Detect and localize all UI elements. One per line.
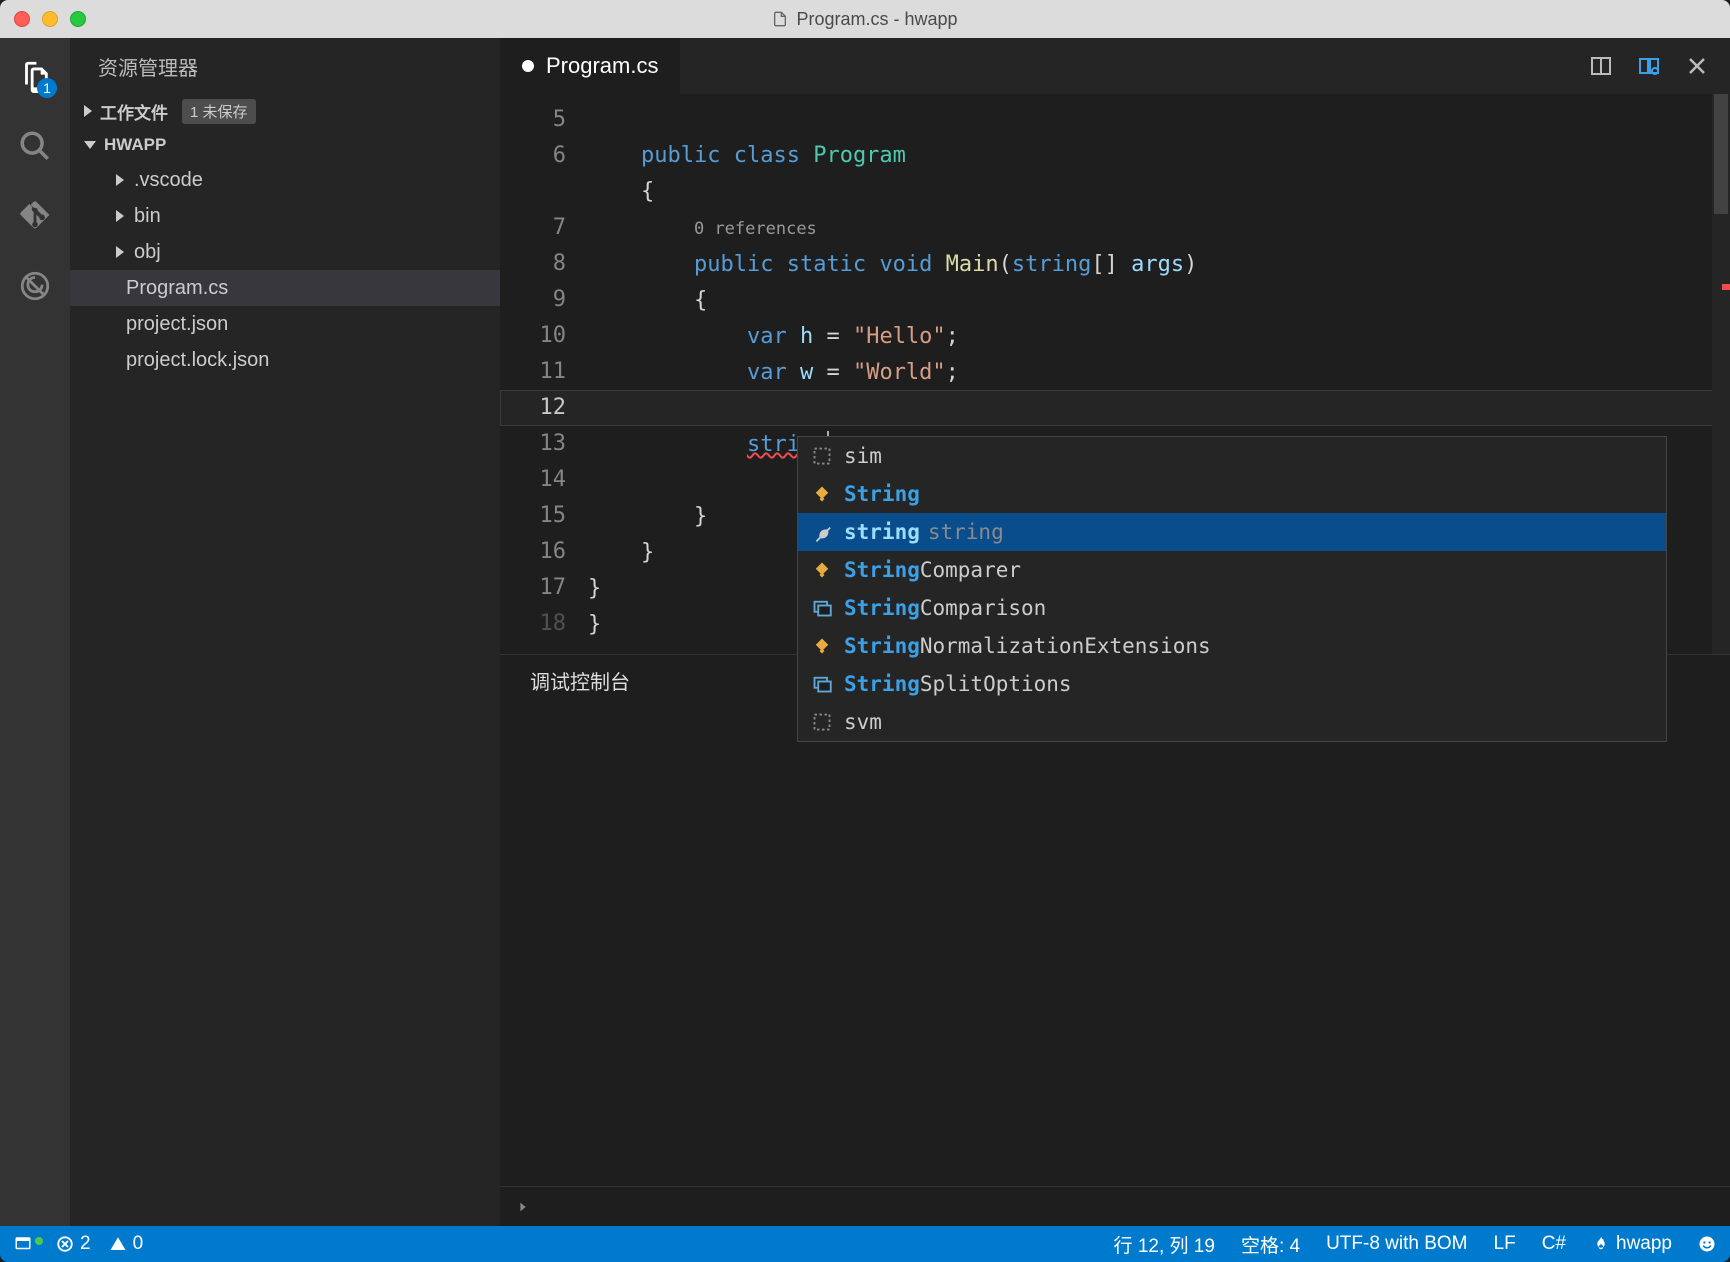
app-window: Program.cs - hwapp 1 资源管理器 工作文件: [0, 0, 1730, 1262]
chevron-right-icon: [116, 174, 124, 186]
status-encoding[interactable]: UTF-8 with BOM: [1326, 1233, 1467, 1255]
status-remote-button[interactable]: [14, 1235, 38, 1253]
close-editor-button[interactable]: [1684, 53, 1710, 79]
warning-icon: [109, 1235, 127, 1253]
chevron-down-icon: [84, 141, 96, 149]
search-icon: [18, 129, 52, 163]
compare-button[interactable]: [1636, 53, 1662, 79]
split-layout-icon: [1589, 54, 1613, 78]
working-files-header[interactable]: 工作文件 1 未保存: [70, 94, 500, 128]
editor-area: Program.cs 5 6 7 8 9: [500, 38, 1730, 1226]
chevron-right-icon: [516, 1200, 530, 1214]
unsaved-dot-icon: [522, 60, 534, 72]
tree-file-project-lock[interactable]: project.lock.json: [70, 342, 500, 378]
suggest-item[interactable]: sim: [798, 437, 1666, 475]
keyword-icon: [812, 522, 832, 542]
file-icon: [772, 11, 788, 27]
tab-bar: Program.cs: [500, 38, 1730, 94]
enum-icon: [812, 598, 832, 618]
sidebar: 资源管理器 工作文件 1 未保存 HWAPP .vscode bin obj P…: [70, 38, 500, 1226]
unsaved-badge: 1 未保存: [182, 99, 256, 124]
intellisense-popup[interactable]: sim String stringstring StringCompa: [797, 436, 1667, 742]
suggest-item[interactable]: StringNormalizationExtensions: [798, 627, 1666, 665]
code-editor[interactable]: 5 6 7 8 9 10 11 12 13 14 15 16 17: [500, 94, 1730, 654]
editor-stack: 5 6 7 8 9 10 11 12 13 14 15 16 17: [500, 94, 1730, 1226]
bug-icon: [18, 269, 52, 303]
suggest-item[interactable]: StringComparer: [798, 551, 1666, 589]
git-icon: [18, 199, 52, 233]
tree-folder-obj[interactable]: obj: [70, 234, 500, 270]
maximize-window-button[interactable]: [70, 11, 86, 27]
smiley-icon: [1698, 1235, 1716, 1253]
class-icon: [812, 560, 832, 580]
sidebar-title: 资源管理器: [70, 38, 500, 94]
activity-bar: 1: [0, 38, 70, 1226]
status-language[interactable]: C#: [1542, 1233, 1566, 1255]
status-errors[interactable]: 2: [56, 1233, 91, 1255]
status-bar: 2 0 行 12, 列 19 空格: 4 UTF-8 with BOM LF C…: [0, 1226, 1730, 1262]
status-ln-col[interactable]: 行 12, 列 19: [1114, 1231, 1215, 1258]
explorer-badge: 1: [37, 78, 57, 98]
tab-actions: [1588, 38, 1730, 94]
traffic-lights: [14, 11, 86, 27]
scrollbar-thumb[interactable]: [1714, 94, 1728, 214]
suggest-item-selected[interactable]: stringstring: [798, 513, 1666, 551]
main-body: 1 资源管理器 工作文件 1 未保存 HWAPP: [0, 38, 1730, 1226]
status-warnings[interactable]: 0: [109, 1233, 144, 1255]
enum-icon: [812, 674, 832, 694]
snippet-icon: [812, 712, 832, 732]
codelens[interactable]: 0 references: [694, 219, 817, 239]
close-window-button[interactable]: [14, 11, 30, 27]
error-marker[interactable]: [1722, 284, 1730, 290]
suggest-item[interactable]: StringComparison: [798, 589, 1666, 627]
status-feedback[interactable]: [1698, 1235, 1716, 1253]
explorer-button[interactable]: 1: [15, 56, 55, 96]
tab-program-cs[interactable]: Program.cs: [500, 38, 680, 94]
snippet-icon: [812, 446, 832, 466]
panel-input[interactable]: [500, 1186, 1730, 1226]
suggest-item[interactable]: StringSplitOptions: [798, 665, 1666, 703]
status-project[interactable]: hwapp: [1592, 1233, 1672, 1255]
chevron-right-icon: [116, 210, 124, 222]
compare-icon: [1637, 54, 1661, 78]
debug-button[interactable]: [15, 266, 55, 306]
tree-folder-bin[interactable]: bin: [70, 198, 500, 234]
window-title: Program.cs - hwapp: [0, 9, 1730, 30]
flame-icon: [1592, 1235, 1610, 1253]
tree-file-program[interactable]: Program.cs: [70, 270, 500, 306]
status-eol[interactable]: LF: [1494, 1233, 1516, 1255]
error-icon: [56, 1235, 74, 1253]
suggest-item[interactable]: svm: [798, 703, 1666, 741]
close-icon: [1685, 54, 1709, 78]
chevron-right-icon: [84, 105, 92, 117]
titlebar: Program.cs - hwapp: [0, 0, 1730, 38]
line-numbers: 5 6 7 8 9 10 11 12 13 14 15 16 17: [500, 94, 588, 654]
status-spaces[interactable]: 空格: 4: [1241, 1231, 1300, 1258]
git-button[interactable]: [15, 196, 55, 236]
window-icon: [14, 1235, 32, 1253]
split-editor-button[interactable]: [1588, 53, 1614, 79]
chevron-right-icon: [116, 246, 124, 258]
panel-output[interactable]: [500, 705, 1730, 1186]
file-tree: .vscode bin obj Program.cs project.json …: [70, 162, 500, 378]
suggest-item[interactable]: String: [798, 475, 1666, 513]
class-icon: [812, 484, 832, 504]
minimize-window-button[interactable]: [42, 11, 58, 27]
tree-folder-vscode[interactable]: .vscode: [70, 162, 500, 198]
folder-header[interactable]: HWAPP: [70, 128, 500, 162]
class-icon: [812, 636, 832, 656]
editor-scrollbar[interactable]: [1712, 94, 1730, 654]
tree-file-project-json[interactable]: project.json: [70, 306, 500, 342]
search-button[interactable]: [15, 126, 55, 166]
